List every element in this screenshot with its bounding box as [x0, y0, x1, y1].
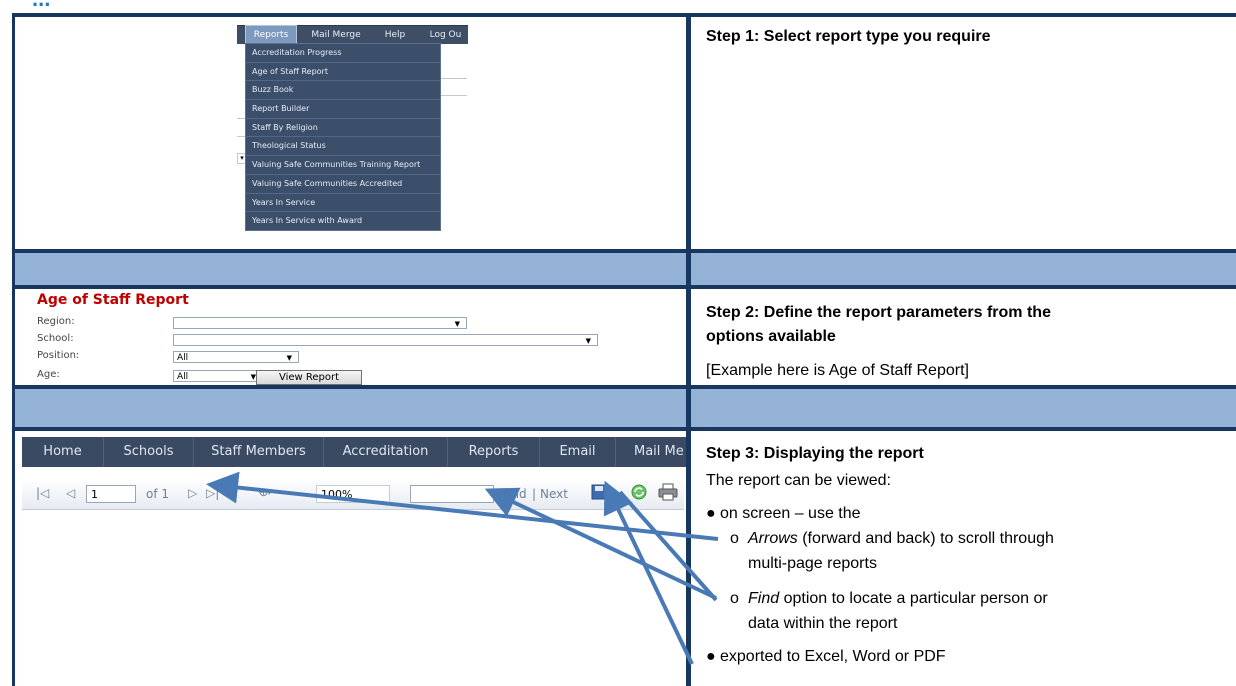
blue-band [691, 389, 1236, 427]
sub-bullet-marker: o [730, 530, 739, 547]
dropdown-item[interactable]: Valuing Safe Communities Accredited [246, 175, 440, 194]
blue-band [15, 253, 686, 285]
sub-bullet-arrows-line2: multi-page reports [748, 555, 877, 572]
arrows-desc-line1: (forward and back) to scroll through [797, 530, 1054, 547]
dropdown-item[interactable]: Years In Service [246, 194, 440, 213]
nav-email[interactable]: Email [540, 437, 616, 467]
dropdown-item[interactable]: Theological Status [246, 137, 440, 157]
previous-page-icon[interactable]: ◁ [66, 486, 75, 500]
bullet-dot: ● [706, 505, 716, 522]
step-1-title: Step 1: Select report type you require [706, 28, 991, 45]
last-page-icon[interactable]: ▷| [206, 486, 219, 500]
nav-reports[interactable]: Reports [448, 437, 540, 467]
dropdown-item[interactable]: Buzz Book [246, 81, 440, 101]
blue-band [15, 389, 686, 427]
row-divider [12, 285, 1236, 289]
step-2-title-line1: Step 2: Define the report parameters fro… [706, 304, 1051, 321]
dropdown-item[interactable]: Years In Service with Award [246, 212, 440, 230]
position-value: All [177, 353, 189, 363]
sub-bullet-marker: o [730, 590, 739, 607]
table-column-divider [686, 13, 691, 686]
region-label: Region: [37, 316, 75, 327]
page-count-label: of 1 [146, 487, 170, 501]
school-label: School: [37, 333, 74, 344]
app-menu-bar: Reports Mail Merge Help Log Ou [237, 25, 468, 45]
print-icon[interactable] [658, 483, 678, 504]
find-input[interactable] [410, 485, 494, 503]
arrows-term: Arrows [748, 530, 798, 547]
first-page-icon[interactable]: |◁ [36, 486, 49, 500]
step-3-title: Step 3: Displaying the report [706, 445, 924, 462]
bullet-exported-text: exported to Excel, Word or PDF [720, 648, 946, 665]
refresh-icon[interactable] [630, 483, 648, 504]
page-header-text: ... [32, 0, 50, 12]
page-header-fragment: ... [12, 0, 232, 12]
row-divider [12, 427, 1236, 431]
nav-home[interactable]: Home [22, 437, 104, 467]
position-label: Position: [37, 350, 80, 361]
export-icon[interactable] [590, 483, 618, 506]
reports-dropdown: Accreditation Progress Age of Staff Repo… [245, 43, 441, 231]
bullet-on-screen-text: on screen – use the [720, 505, 861, 522]
blue-band [691, 253, 1236, 285]
dropdown-item[interactable]: Age of Staff Report [246, 63, 440, 82]
school-select[interactable]: ▼ [173, 334, 598, 346]
sub-bullet-arrows: o Arrows (forward and back) to scroll thr… [730, 530, 1054, 548]
find-term: Find [748, 590, 780, 607]
age-select[interactable]: All ▼ [173, 370, 263, 382]
find-link[interactable]: Find [502, 487, 527, 501]
age-value: All [177, 372, 189, 382]
page-number-input[interactable]: 1 [86, 485, 136, 503]
position-select[interactable]: All ▼ [173, 351, 299, 363]
zoom-select[interactable]: 100% [316, 485, 390, 503]
nav-schools[interactable]: Schools [104, 437, 194, 467]
step-2-note: [Example here is Age of Staff Report] [706, 362, 969, 379]
chevron-down-icon: ▼ [286, 354, 292, 362]
chevron-down-icon: ▼ [454, 320, 460, 328]
form-title: Age of Staff Report [37, 292, 189, 308]
nav-accreditation[interactable]: Accreditation [324, 437, 448, 467]
region-select[interactable]: ▼ [173, 317, 467, 329]
dropdown-item[interactable]: Valuing Safe Communities Training Report [246, 156, 440, 175]
next-page-icon[interactable]: ▷ [188, 486, 197, 500]
find-desc-line1: option to locate a particular person or [779, 590, 1048, 607]
find-separator: | [532, 487, 537, 501]
back-icon[interactable]: ⟴ [258, 485, 272, 499]
next-link[interactable]: Next [540, 487, 568, 501]
app-nav-bar: Home Schools Staff Members Accreditation… [22, 437, 686, 467]
sub-bullet-find-line2: data within the report [748, 615, 898, 632]
step-3-intro: The report can be viewed: [706, 472, 891, 489]
view-report-button[interactable]: View Report [256, 370, 362, 385]
menu-mail-merge[interactable]: Mail Merge [303, 26, 369, 44]
age-label: Age: [37, 369, 60, 380]
report-toolbar: |◁ ◁ 1 of 1 ▷ ▷| ⟴ 100% Find | Next [22, 479, 684, 510]
arrow-to-export [603, 480, 694, 665]
nav-mail-merge[interactable]: Mail Me [616, 437, 686, 467]
table-left-border [12, 13, 15, 686]
dropdown-item[interactable]: Report Builder [246, 100, 440, 119]
bullet-exported: ● exported to Excel, Word or PDF [706, 648, 946, 666]
menu-reports[interactable]: Reports [245, 25, 297, 45]
nav-staff-members[interactable]: Staff Members [194, 437, 324, 467]
sub-bullet-find: o Find option to locate a particular pers… [730, 590, 1048, 608]
dropdown-item[interactable]: Staff By Religion [246, 119, 440, 138]
bullet-on-screen: ● on screen – use the [706, 505, 861, 523]
chevron-down-icon: ▼ [585, 337, 591, 345]
menu-help[interactable]: Help [377, 26, 413, 44]
dropdown-item[interactable]: Accreditation Progress [246, 44, 440, 63]
menu-log-out[interactable]: Log Ou [423, 26, 468, 44]
table-top-border [12, 13, 1236, 17]
step-2-title-line2: options available [706, 328, 836, 345]
bullet-dot: ● [706, 648, 716, 665]
